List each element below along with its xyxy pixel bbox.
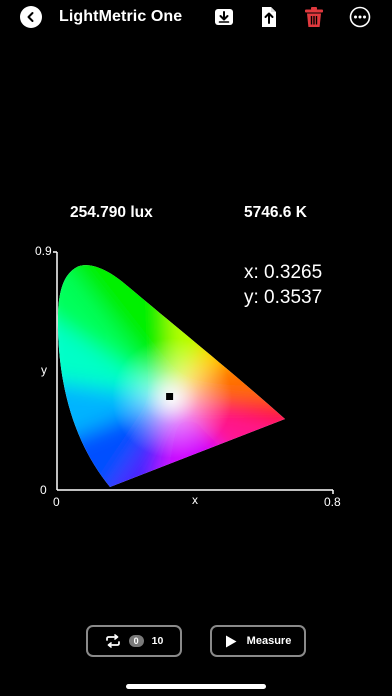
y-coordinate-readout: y: 0.3537 xyxy=(244,287,322,308)
repeat-button[interactable]: 0 10 xyxy=(86,625,182,657)
x-axis-label: x xyxy=(192,493,198,507)
back-button[interactable] xyxy=(20,6,42,28)
x-tick-label: 0.8 xyxy=(324,495,341,509)
y-tick-label: 0 xyxy=(40,483,47,497)
app-title: LightMetric One xyxy=(59,8,183,25)
back-icon xyxy=(27,12,34,22)
delete-button[interactable] xyxy=(303,6,325,28)
play-icon xyxy=(225,635,237,647)
repeat-total: 10 xyxy=(151,635,164,647)
download-icon xyxy=(215,9,233,25)
share-file-icon xyxy=(262,7,276,27)
measure-label: Measure xyxy=(246,635,292,647)
x-coordinate-readout: x: 0.3265 xyxy=(244,262,322,283)
repeat-count-badge: 0 xyxy=(128,635,144,647)
x-tick-label: 0 xyxy=(53,495,60,509)
cct-readout: 5746.6 K xyxy=(244,204,307,221)
measure-button[interactable]: Measure xyxy=(210,625,306,657)
more-icon xyxy=(349,6,371,28)
share-button[interactable] xyxy=(258,6,280,28)
more-button[interactable] xyxy=(349,6,371,28)
top-bar: LightMetric One xyxy=(0,0,392,40)
measured-point-marker xyxy=(166,393,174,400)
illuminance-readout: 254.790 lux xyxy=(70,204,153,221)
cie-chromaticity-chart: 0.9 0 0 0.8 y x x: 0.3265 y: 0.3537 xyxy=(35,244,341,509)
y-tick-label: 0.9 xyxy=(35,244,52,258)
download-button[interactable] xyxy=(213,6,235,28)
y-axis-label: y xyxy=(41,363,47,377)
trash-icon xyxy=(305,7,323,27)
home-indicator xyxy=(126,684,266,689)
repeat-icon xyxy=(105,634,120,648)
